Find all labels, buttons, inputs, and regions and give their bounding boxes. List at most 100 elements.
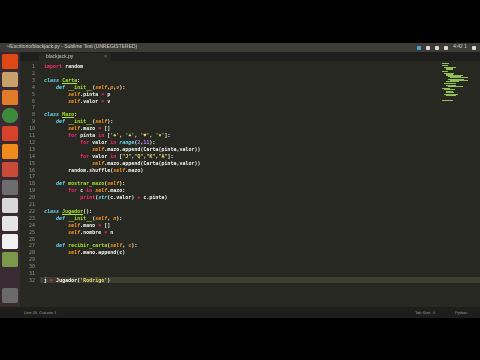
code-line[interactable]: def __init__(self,p,v): (44, 85, 125, 91)
code-token: random (62, 64, 84, 70)
code-line[interactable]: self.mano.append(c) (44, 250, 125, 256)
launcher (0, 52, 20, 307)
code-token: ]: (167, 153, 174, 160)
line-number: 28 (28, 250, 35, 257)
code-line[interactable]: print(str(c.valor) + c.pinta) (44, 195, 167, 201)
tab-size[interactable]: Tab Size: 4 (415, 307, 435, 318)
files-icon[interactable] (2, 72, 18, 87)
code-line[interactable]: for c in self.mazo: (44, 188, 125, 194)
code-token: def (44, 84, 69, 91)
code-editor[interactable]: 1 2 3 4 5 6 7 8 9 10 11 12 13 14 15 16 17 18 19 20 21 22 23 24 2… (20, 61, 480, 307)
code-line[interactable]: for valor in ["J","Q","K","A"]: (44, 153, 174, 160)
code-token: self (110, 243, 123, 250)
clock[interactable]: 4:42 1 (453, 43, 467, 52)
code-token: print (44, 195, 96, 202)
line-number: 27 (28, 243, 35, 250)
close-icon[interactable]: × (104, 53, 107, 61)
line-number: 18 (28, 181, 35, 188)
code-token: .mazo.append(Carta(pinta,valor)) (104, 160, 201, 167)
minimap-line (446, 81, 459, 82)
code-line[interactable]: self.pinta = p (44, 92, 110, 98)
code-token: .pinta (80, 91, 102, 98)
line-number: 14 (28, 153, 35, 160)
code-token: Jugador (62, 208, 84, 215)
minimap-line (446, 91, 454, 93)
code-area[interactable]: import random class Carta: def __init__(s… (44, 61, 424, 307)
battery-icon[interactable] (435, 45, 440, 50)
status-bar: Line 30, Column 1 Tab Size: 4 Python (0, 307, 480, 318)
code-token: ): (149, 139, 156, 146)
code-line[interactable]: self.mano = [] (44, 223, 110, 229)
code-line[interactable]: self.mazo.append(Carta(pinta,valor)) (44, 160, 201, 167)
code-line[interactable]: self.valor = v (44, 99, 110, 105)
code-token: Mazo (62, 112, 75, 119)
code-token: self (44, 98, 81, 105)
system-tray: 4:42 1 (417, 43, 476, 52)
code-line[interactable]: for valor in range(2,11): (44, 140, 155, 146)
code-token: self (44, 160, 105, 167)
code-line[interactable]: self.nombre = n (44, 230, 113, 236)
code-token: ): (119, 181, 126, 188)
sublime-icon[interactable] (2, 126, 18, 141)
code-token: .mano.append(c) (80, 250, 126, 257)
code-token: p (104, 91, 111, 98)
line-number: 24 (28, 222, 35, 229)
code-line[interactable]: j = Jugador('Rodrigo') (44, 278, 110, 284)
code-line[interactable]: self.mazo.append(Carta(pinta,valor)) (44, 146, 201, 153)
code-line[interactable]: def recibir_carta(self, c): (44, 243, 137, 249)
trash-icon[interactable] (2, 288, 18, 303)
minimap-line (446, 95, 456, 97)
chrome-icon[interactable] (2, 108, 18, 123)
code-token: valor (89, 153, 111, 160)
window-title: ~/Escritorio/blackjack.py - Sublime Text… (6, 44, 138, 50)
code-line[interactable]: import random (44, 64, 83, 70)
code-line[interactable]: class Mazo: (44, 112, 77, 118)
code-token: .mano (80, 222, 99, 229)
code-token: random.shuffle( (44, 167, 114, 174)
tab-label: blackjack.py (46, 54, 74, 60)
code-token: for (44, 139, 90, 146)
code-token: pinta (77, 133, 99, 139)
impress-icon[interactable] (2, 198, 18, 213)
code-line[interactable]: self.mazo = [] (44, 126, 110, 132)
writer-icon[interactable] (2, 216, 18, 231)
ubuntu-icon[interactable] (2, 54, 18, 69)
code-token: class (44, 77, 63, 84)
code-token: __init__ (68, 215, 93, 222)
code-token: Jugador( (53, 277, 81, 284)
line-number: 22 (28, 208, 35, 215)
dropbox-icon[interactable] (417, 45, 422, 50)
code-line[interactable]: random.shuffle(self.mazo) (44, 168, 143, 174)
line-number: 31 (28, 271, 35, 277)
code-token: (c.valor) (107, 195, 138, 202)
line-number: 23 (28, 215, 35, 222)
code-token: .valor (80, 98, 102, 105)
line-number: 1 (31, 64, 35, 70)
code-token: range (116, 139, 135, 146)
minimap[interactable] (430, 61, 480, 102)
code-token: mostrar_mazo (68, 181, 105, 188)
syntax-mode[interactable]: Python (455, 307, 467, 318)
code-token: valor (89, 139, 111, 146)
network-icon[interactable] (426, 45, 431, 50)
code-token: .mazo.append(Carta(pinta,valor)) (104, 146, 201, 153)
code-line[interactable]: for pinta in ['♠', '♣', '♥', '♦']: (44, 133, 170, 139)
line-number: 11 (28, 133, 35, 139)
terminal-icon[interactable] (2, 90, 18, 105)
volume-icon[interactable] (444, 45, 449, 50)
code-token: Carta (62, 77, 78, 84)
code-line[interactable]: class Jugador(): (44, 209, 92, 215)
power-icon[interactable] (472, 45, 476, 50)
code-token: def (44, 181, 69, 188)
code-line[interactable]: def __init__(self, n): (44, 216, 122, 222)
code-line[interactable]: class Carta: (44, 78, 80, 84)
tab-blackjack[interactable]: blackjack.py × (39, 53, 111, 61)
calc-icon[interactable] (2, 234, 18, 249)
text-icon[interactable] (2, 252, 18, 267)
code-line[interactable]: def mostrar_mazo(self): (44, 181, 125, 187)
code-token: self (44, 126, 81, 133)
vlc-icon[interactable] (2, 144, 18, 159)
code-line[interactable]: def __init__(self): (44, 119, 113, 125)
settings-icon[interactable] (2, 180, 18, 195)
software-icon[interactable] (2, 162, 18, 177)
